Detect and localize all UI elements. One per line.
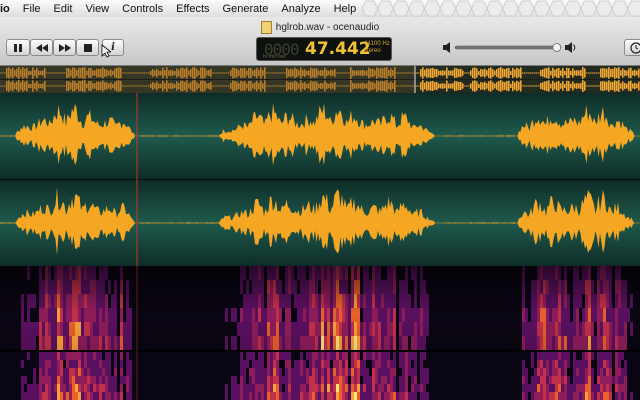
overview-navigator[interactable]: [0, 66, 640, 93]
sample-rate: 44100 Hz: [364, 41, 390, 47]
speaker-low-icon: [443, 42, 450, 53]
volume-slider-track[interactable]: [454, 45, 562, 50]
stop-button[interactable]: [76, 39, 99, 56]
rewind-icon: [35, 43, 48, 52]
menu-view[interactable]: View: [78, 3, 115, 15]
rewind-button[interactable]: [30, 39, 53, 56]
toolbar: hglrob.wav - ocenaudio i 0000 47.442 441…: [0, 17, 640, 66]
menu-analyze[interactable]: Analyze: [274, 3, 326, 15]
menu-file[interactable]: File: [16, 3, 47, 15]
menu-app[interactable]: io: [0, 3, 16, 15]
channel-mode: stereo: [364, 48, 381, 54]
fast-forward-button[interactable]: [53, 39, 76, 56]
fast-forward-icon: [58, 43, 71, 52]
menu-bar: io File Edit View Controls Effects Gener…: [0, 0, 640, 18]
document-icon: [260, 20, 272, 34]
pause-icon: [14, 43, 22, 52]
window-title-bar: hglrob.wav - ocenaudio: [0, 20, 640, 34]
menubar-pattern: [362, 0, 640, 17]
volume-slider-knob[interactable]: [552, 43, 562, 52]
menu-help[interactable]: Help: [327, 3, 363, 15]
clock-button[interactable]: [624, 39, 640, 56]
mouse-pointer-icon: [101, 44, 111, 58]
window-title: hglrob.wav - ocenaudio: [275, 21, 380, 33]
time-display: 0000 47.442 44100 Hz stereo hr min sec: [256, 37, 392, 61]
spectrogram-channel-divider: [0, 350, 640, 352]
menu-edit[interactable]: Edit: [47, 3, 79, 15]
audio-format-info: 44100 Hz stereo: [364, 41, 390, 55]
volume-control: [441, 39, 577, 56]
menu-controls[interactable]: Controls: [115, 3, 169, 15]
spectrogram-view: [0, 266, 640, 400]
speaker-high-icon: [565, 42, 576, 53]
menu-generate[interactable]: Generate: [216, 3, 275, 15]
pause-button[interactable]: [6, 39, 30, 56]
time-units: hr min sec: [263, 54, 287, 60]
waveform-view[interactable]: [0, 93, 640, 266]
time-value: 47.442: [305, 39, 371, 59]
clock-icon: [630, 41, 640, 54]
menu-effects[interactable]: Effects: [169, 3, 215, 15]
stop-icon: [83, 43, 92, 52]
